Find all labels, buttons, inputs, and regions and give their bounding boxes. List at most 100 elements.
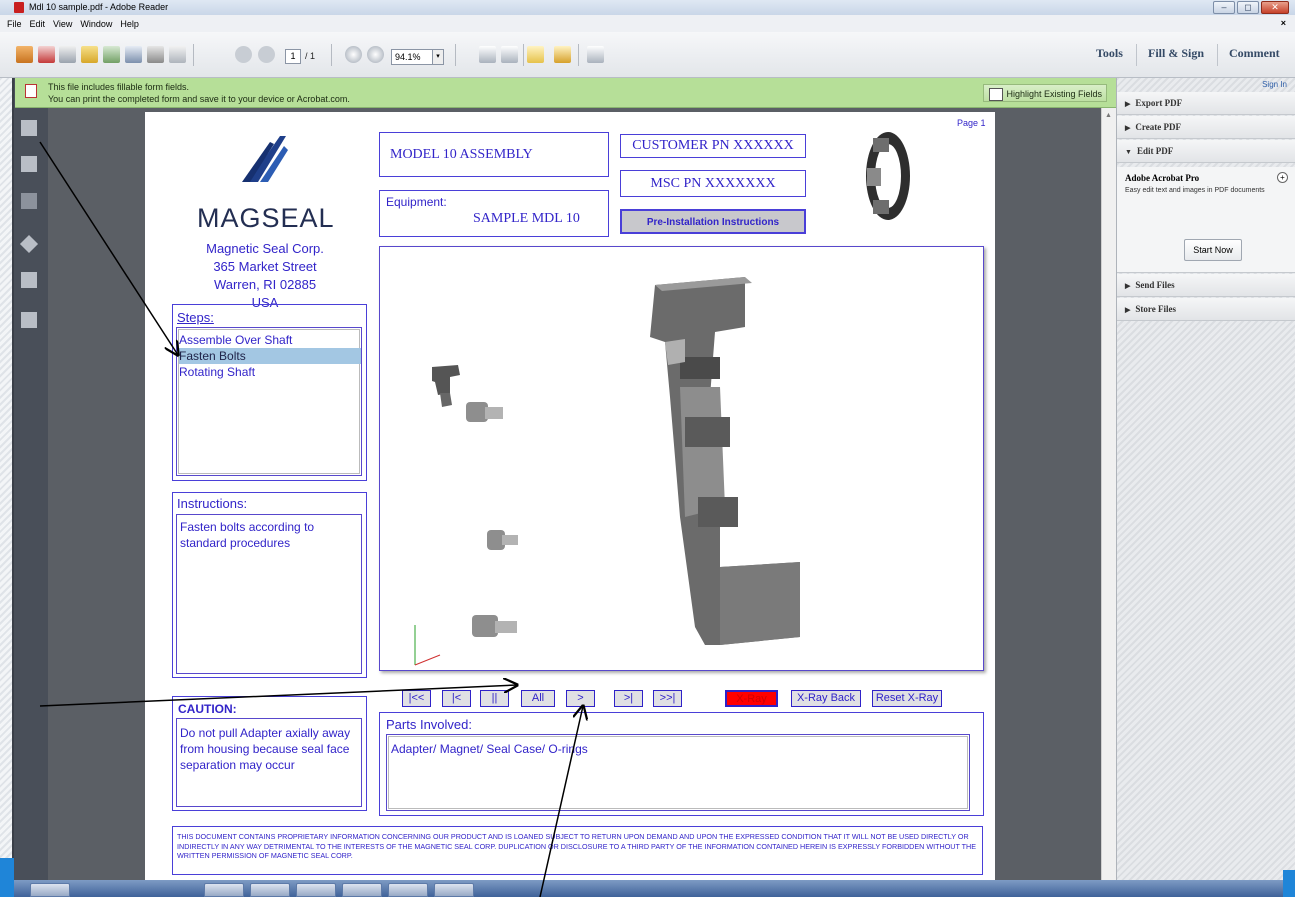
email-icon[interactable] <box>169 46 186 63</box>
pre-installation-instructions-button[interactable]: Pre-Installation Instructions <box>620 209 806 234</box>
full-screen-icon[interactable] <box>587 46 604 63</box>
attachments-icon[interactable] <box>21 193 37 209</box>
msc-pn-field[interactable]: MSC PN XXXXXXX <box>620 170 806 197</box>
screenshot-root: { "window": { "title": "Mdl 10 sample.pd… <box>0 0 1295 897</box>
vertical-scrollbar[interactable]: ▲ ▼ <box>1101 108 1116 897</box>
toolbar-separator <box>1217 44 1218 66</box>
menu-window[interactable]: Window <box>80 19 112 29</box>
highlight-existing-fields-button[interactable]: Highlight Existing Fields <box>983 84 1107 102</box>
caution-text: Do not pull Adapter axially away from ho… <box>176 718 362 807</box>
list-item[interactable]: Assemble Over Shaft <box>179 332 361 348</box>
fit-width-icon[interactable] <box>501 46 518 63</box>
list-item[interactable]: Rotating Shaft <box>179 364 361 380</box>
page-number-input[interactable]: 1 <box>285 49 301 64</box>
show-all-button[interactable]: All <box>521 690 555 707</box>
proprietary-disclaimer: THIS DOCUMENT CONTAINS PROPRIETARY INFOR… <box>172 826 983 875</box>
open-pdf-icon[interactable] <box>38 46 55 63</box>
customer-pn-field[interactable]: CUSTOMER PN XXXXXX <box>620 134 806 158</box>
edit-icon[interactable] <box>59 46 76 63</box>
acrobat-pro-promo: Adobe Acrobat Pro + Easy edit text and i… <box>1117 167 1295 273</box>
toolbar-separator <box>523 44 524 66</box>
zoom-dropdown-button[interactable]: ▾ <box>432 49 444 65</box>
create-pdf-icon[interactable] <box>16 46 33 63</box>
next-page-icon[interactable] <box>258 46 275 63</box>
scroll-up-icon[interactable]: ▲ <box>1105 112 1112 119</box>
create-pdf-section[interactable]: ▶ Create PDF <box>1117 116 1295 139</box>
zoom-in-icon[interactable] <box>367 46 384 63</box>
taskbar-item[interactable] <box>250 883 290 897</box>
page-thumbnails-icon[interactable] <box>21 120 37 136</box>
taskbar-item[interactable] <box>30 883 70 897</box>
instructions-text[interactable]: Fasten bolts according to standard proce… <box>176 514 362 674</box>
3d-model-viewer[interactable] <box>379 246 984 671</box>
tools-pane-button[interactable]: Tools <box>1096 46 1123 61</box>
export-pdf-section[interactable]: ▶ Export PDF <box>1117 92 1295 115</box>
highlight-icon[interactable] <box>554 46 571 63</box>
previous-step-button[interactable]: |< <box>442 690 471 707</box>
first-step-button[interactable]: |<< <box>402 690 431 707</box>
print-icon[interactable] <box>147 46 164 63</box>
comment-icon[interactable] <box>527 46 544 63</box>
zoom-level-input[interactable]: 94.1% <box>391 49 433 65</box>
acrobat-pro-title: Adobe Acrobat Pro <box>1125 173 1200 183</box>
equipment-value[interactable]: SAMPLE MDL 10 <box>473 211 580 227</box>
xray-back-button[interactable]: X-Ray Back <box>791 690 861 707</box>
close-document-button[interactable]: × <box>1281 18 1286 28</box>
taskbar-item[interactable] <box>342 883 382 897</box>
instructions-panel: Instructions: Fasten bolts according to … <box>172 492 367 678</box>
zoom-out-icon[interactable] <box>345 46 362 63</box>
list-item-selected[interactable]: Fasten Bolts <box>179 348 361 364</box>
caution-panel: CAUTION: Do not pull Adapter axially awa… <box>172 696 367 811</box>
add-icon[interactable]: + <box>1277 172 1288 183</box>
acrobat-pro-description: Easy edit text and images in PDF documen… <box>1125 187 1265 194</box>
last-step-button[interactable]: >| <box>614 690 643 707</box>
expand-arrow-icon: ▶ <box>1125 124 1131 132</box>
taskbar-item[interactable] <box>204 883 244 897</box>
page-total: / 1 <box>305 51 316 61</box>
menu-edit[interactable]: Edit <box>30 19 46 29</box>
desktop-background-strip <box>1283 870 1295 897</box>
send-files-section[interactable]: ▶ Send Files <box>1117 274 1295 297</box>
comment-pane-button[interactable]: Comment <box>1229 46 1280 61</box>
taskbar-item[interactable] <box>296 883 336 897</box>
menu-help[interactable]: Help <box>120 19 139 29</box>
send-files-label: Send Files <box>1135 280 1175 290</box>
menu-view[interactable]: View <box>53 19 72 29</box>
pause-button[interactable]: || <box>480 690 509 707</box>
company-address: Magnetic Seal Corp. 365 Market Street Wa… <box>205 240 325 312</box>
xray-button[interactable]: X-Ray <box>725 690 778 707</box>
save-icon[interactable] <box>125 46 142 63</box>
open-folder-icon[interactable] <box>81 46 98 63</box>
toolbar-separator <box>578 44 579 66</box>
fit-page-icon[interactable] <box>479 46 496 63</box>
page-label: Page 1 <box>957 118 986 128</box>
taskbar-item[interactable] <box>434 883 474 897</box>
caution-label: CAUTION: <box>178 702 237 716</box>
next-step-button[interactable]: > <box>566 690 595 707</box>
store-files-section[interactable]: ▶ Store Files <box>1117 298 1295 321</box>
seal-thumbnail-image <box>866 132 910 220</box>
toolbar-separator <box>455 44 456 66</box>
content-tree-icon[interactable] <box>21 312 37 328</box>
reset-xray-button[interactable]: Reset X-Ray <box>872 690 942 707</box>
window-title: Mdl 10 sample.pdf - Adobe Reader <box>29 2 169 12</box>
magseal-logo-icon <box>242 136 288 182</box>
edit-pdf-section[interactable]: ▼ Edit PDF <box>1117 140 1295 163</box>
start-now-button[interactable]: Start Now <box>1184 239 1242 261</box>
close-window-button[interactable]: ✕ <box>1261 1 1289 14</box>
notice-line-2: You can print the completed form and sav… <box>48 94 350 104</box>
company-street: 365 Market Street <box>213 259 317 274</box>
minimize-button[interactable]: – <box>1213 1 1235 14</box>
equipment-label: Equipment: <box>386 195 447 209</box>
taskbar-item[interactable] <box>388 883 428 897</box>
fill-sign-pane-button[interactable]: Fill & Sign <box>1148 46 1204 61</box>
end-button[interactable]: >>| <box>653 690 682 707</box>
menu-file[interactable]: File <box>7 19 22 29</box>
cloud-upload-icon[interactable] <box>103 46 120 63</box>
signatures-icon[interactable] <box>21 272 37 288</box>
maximize-button[interactable]: ◻ <box>1237 1 1259 14</box>
steps-list[interactable]: Assemble Over Shaft Fasten Bolts Rotatin… <box>176 327 362 476</box>
bookmarks-icon[interactable] <box>21 156 37 172</box>
sign-in-link[interactable]: Sign In <box>1262 80 1287 89</box>
previous-page-icon[interactable] <box>235 46 252 63</box>
